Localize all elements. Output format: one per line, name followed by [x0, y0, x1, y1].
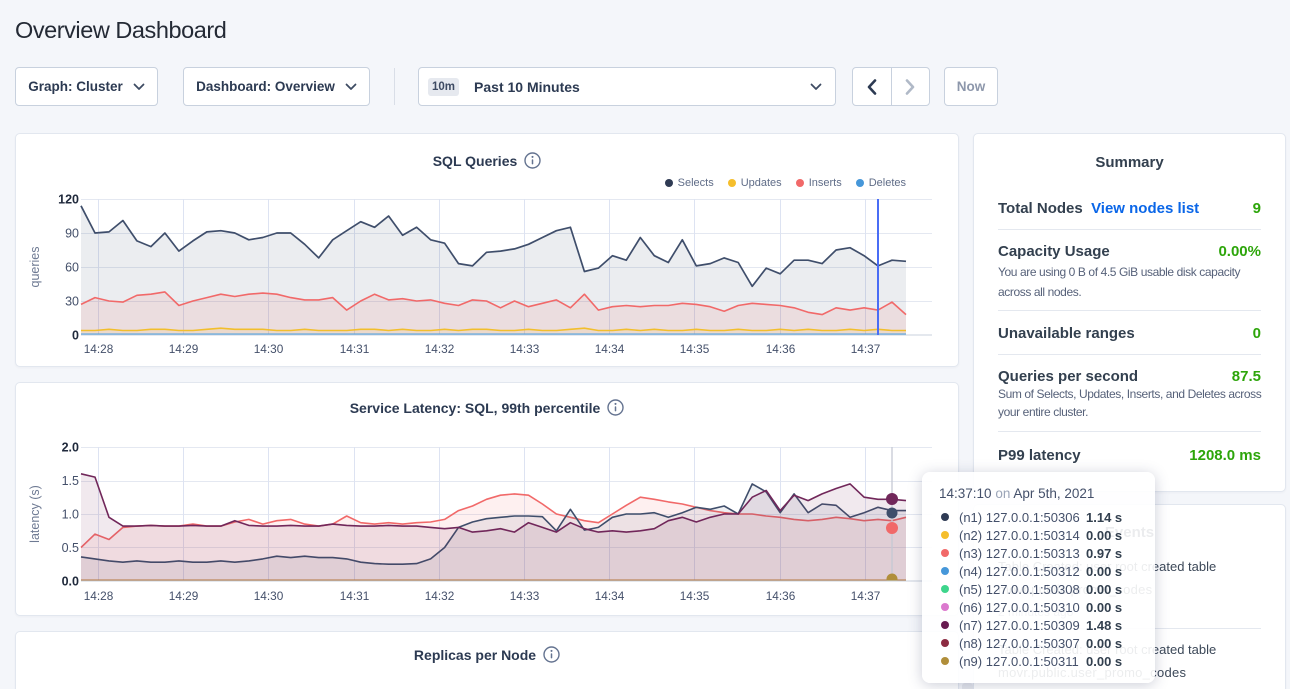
- svg-text:14:28: 14:28: [84, 342, 114, 356]
- svg-text:30: 30: [65, 294, 79, 308]
- svg-text:0.5: 0.5: [62, 541, 79, 555]
- svg-text:14:31: 14:31: [340, 342, 370, 356]
- svg-text:14:36: 14:36: [766, 342, 796, 356]
- svg-text:14:35: 14:35: [680, 589, 710, 603]
- svg-text:14:31: 14:31: [340, 589, 370, 603]
- svg-text:14:35: 14:35: [680, 342, 710, 356]
- svg-text:14:32: 14:32: [425, 342, 455, 356]
- svg-text:2.0: 2.0: [62, 440, 79, 454]
- svg-text:1.0: 1.0: [62, 507, 79, 521]
- svg-text:14:36: 14:36: [766, 589, 796, 603]
- svg-text:14:28: 14:28: [84, 589, 114, 603]
- svg-text:14:32: 14:32: [425, 589, 455, 603]
- svg-text:latency (s): latency (s): [28, 485, 42, 543]
- svg-text:0: 0: [72, 328, 79, 342]
- svg-text:0.0: 0.0: [62, 574, 79, 588]
- svg-text:14:34: 14:34: [595, 342, 625, 356]
- svg-text:14:34: 14:34: [595, 589, 625, 603]
- svg-text:1.5: 1.5: [62, 474, 79, 488]
- svg-text:14:30: 14:30: [254, 342, 284, 356]
- svg-text:14:37: 14:37: [851, 589, 881, 603]
- svg-text:120: 120: [58, 192, 79, 206]
- svg-text:14:29: 14:29: [169, 342, 199, 356]
- svg-text:14:30: 14:30: [254, 589, 284, 603]
- svg-text:14:29: 14:29: [169, 589, 199, 603]
- svg-text:queries: queries: [28, 247, 42, 288]
- svg-text:14:33: 14:33: [510, 589, 540, 603]
- svg-text:14:33: 14:33: [510, 342, 540, 356]
- svg-text:60: 60: [65, 260, 79, 274]
- svg-text:14:37: 14:37: [851, 342, 881, 356]
- svg-text:90: 90: [65, 226, 79, 240]
